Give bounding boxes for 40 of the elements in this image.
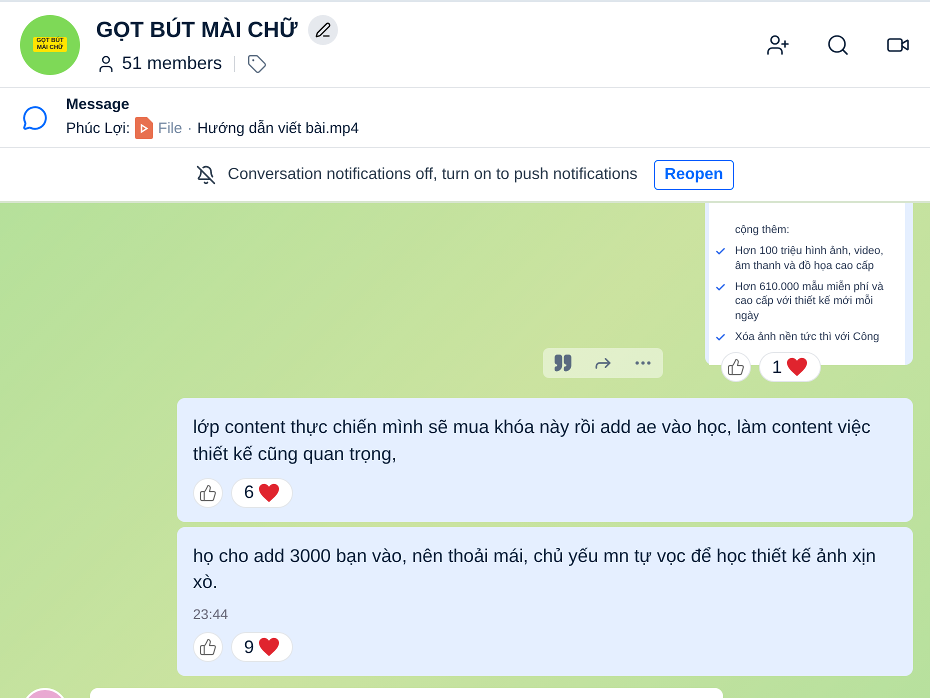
- reaction-count[interactable]: 9: [231, 632, 294, 662]
- pinned-sender: Phúc Lợi:: [66, 120, 130, 136]
- reopen-button[interactable]: Reopen: [654, 160, 734, 190]
- feature-text: Hơn 100 triệu hình ảnh, video, âm thanh và đồ họa cao cấp: [735, 244, 884, 274]
- tag-icon[interactable]: [247, 54, 268, 74]
- message-time: 23:44: [193, 606, 230, 622]
- check-icon: [715, 332, 726, 344]
- heart-icon: [258, 482, 280, 503]
- feature-text: Xóa ảnh nền tức thì với Công: [735, 330, 880, 345]
- pen-icon: [314, 22, 331, 38]
- quote-icon[interactable]: [553, 353, 573, 373]
- edit-button[interactable]: [308, 15, 338, 45]
- heart-icon: [786, 357, 808, 377]
- reaction-count[interactable]: 6: [231, 478, 294, 508]
- file-name[interactable]: Hướng dẫn viết bài.mp4: [197, 120, 359, 136]
- search-icon[interactable]: [826, 32, 850, 56]
- message-icon: [22, 104, 48, 130]
- like-button[interactable]: [193, 478, 223, 508]
- video-file-icon: [135, 117, 154, 139]
- group-title: GỌT BÚT MÀI CHỮ: [96, 17, 298, 43]
- thumbs-up-icon: [727, 358, 745, 376]
- like-button[interactable]: [721, 352, 751, 382]
- thumbs-up-icon: [199, 638, 217, 656]
- like-button[interactable]: [193, 632, 223, 662]
- check-icon: [715, 246, 726, 257]
- pinned-title: Message: [66, 96, 130, 113]
- thumbs-up-icon: [199, 484, 217, 502]
- file-label: File: [158, 120, 182, 136]
- add-member-icon[interactable]: [766, 32, 790, 56]
- check-icon: [715, 282, 726, 293]
- feature-text: Hơn 610.000 mẫu miễn phí và cao cấp với thiết kế mới mỗi ngày: [735, 280, 884, 324]
- notification-text: Conversation notifications off, turn on to push notifications: [228, 166, 638, 184]
- bell-off-icon: [196, 164, 216, 184]
- feature-text: cộng thêm:: [735, 223, 790, 238]
- message-text: họ cho add 3000 bạn vào, nên thoải mái, chủ yếu mn tự vọc để học thiết kế ảnh xịn xò.: [193, 544, 877, 594]
- message-text: lớp content thực chiến mình sẽ mua khóa này rồi add ae vào học, làm content việc thiết kế cũng quan trọng,: [193, 415, 872, 466]
- member-count[interactable]: 51 members: [122, 53, 222, 74]
- separator-dot: ·: [187, 120, 192, 136]
- heart-icon: [258, 637, 280, 658]
- reaction-count[interactable]: 1: [759, 352, 822, 382]
